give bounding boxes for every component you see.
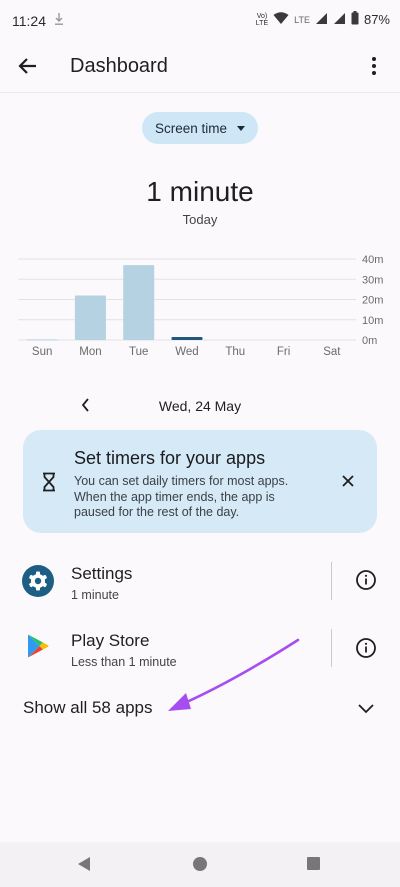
more-vert-icon[interactable] [360, 52, 388, 80]
date-navigation: Wed, 24 May [0, 390, 400, 424]
app-name: Settings [71, 564, 133, 583]
settings-gear-icon [22, 565, 54, 597]
selected-date: Wed, 24 May [158, 398, 242, 414]
battery-percent: 87% [363, 12, 390, 27]
total-usage: 1 minute [146, 176, 254, 207]
caret-down-icon [237, 125, 246, 131]
app-usage: Less than 1 minute [71, 655, 177, 669]
download-icon [54, 12, 64, 29]
app-row-settings[interactable]: Settings 1 minute [0, 548, 400, 612]
app-usage: 1 minute [71, 588, 119, 602]
battery-icon [351, 11, 359, 28]
app-bar: Dashboard [0, 40, 400, 92]
chevron-down-icon[interactable] [356, 698, 376, 718]
nav-home-icon[interactable] [193, 857, 207, 871]
bar-sun [26, 339, 58, 341]
bar-tue [123, 265, 155, 340]
status-icons: Vo) LTE LTE 87% [256, 11, 390, 28]
nav-recents-icon[interactable] [307, 857, 320, 870]
usage-bar-chart: 40m 30m 20m 10m 0m Sun Mon Tue Wed Thu Fri Sat [18, 254, 383, 358]
info-icon[interactable] [355, 569, 377, 591]
close-icon[interactable] [339, 472, 357, 490]
info-icon[interactable] [355, 637, 377, 659]
status-bar: 11:24 Vo) LTE LTE 87% [0, 0, 400, 40]
signal-icon-2 [333, 12, 346, 28]
show-all-apps-button[interactable]: Show all 58 apps [0, 690, 400, 730]
app-name: Play Store [71, 631, 150, 650]
screen-time-dropdown[interactable]: Screen time [142, 112, 258, 144]
x-tick-label: Mon [79, 346, 101, 358]
system-nav-bar [0, 842, 400, 887]
status-time: 11:24 [12, 13, 46, 29]
x-tick-label: Fri [277, 346, 290, 358]
signal-icon [315, 12, 328, 28]
y-tick-label: 30m [362, 274, 383, 286]
volte-indicator: Vo) LTE [255, 12, 269, 27]
app-row-play-store[interactable]: Play Store Less than 1 minute [0, 615, 400, 679]
lte-label: LTE [294, 14, 310, 25]
dropdown-label: Screen time [154, 120, 228, 136]
x-tick-label: Sun [32, 346, 52, 358]
bar-mon [74, 295, 106, 340]
x-tick-label: Thu [225, 346, 245, 358]
y-tick-label: 10m [362, 315, 383, 327]
back-arrow-icon[interactable] [14, 52, 42, 80]
y-tick-label: 20m [362, 295, 383, 307]
y-tick-label: 0m [362, 335, 377, 347]
x-tick-label: Sat [323, 346, 341, 358]
x-tick-label: Wed [175, 346, 198, 358]
app-bar-divider [0, 92, 400, 93]
usage-period: Today [182, 212, 218, 227]
y-tick-label: 40m [362, 254, 383, 266]
timer-suggestion-card[interactable]: Set timers for your apps You can set dai… [23, 430, 377, 533]
nav-back-icon[interactable] [77, 856, 91, 877]
row-divider [331, 562, 332, 600]
hourglass-icon [41, 472, 57, 492]
page-title: Dashboard [70, 55, 168, 77]
wifi-icon [273, 11, 289, 28]
card-title: Set timers for your apps [74, 448, 266, 468]
play-store-icon [26, 633, 58, 665]
bar-wed [171, 336, 203, 340]
show-all-label: Show all 58 apps [23, 698, 153, 717]
card-description: You can set daily timers for most apps. … [74, 474, 289, 519]
row-divider [331, 629, 332, 667]
x-tick-label: Tue [129, 346, 148, 358]
